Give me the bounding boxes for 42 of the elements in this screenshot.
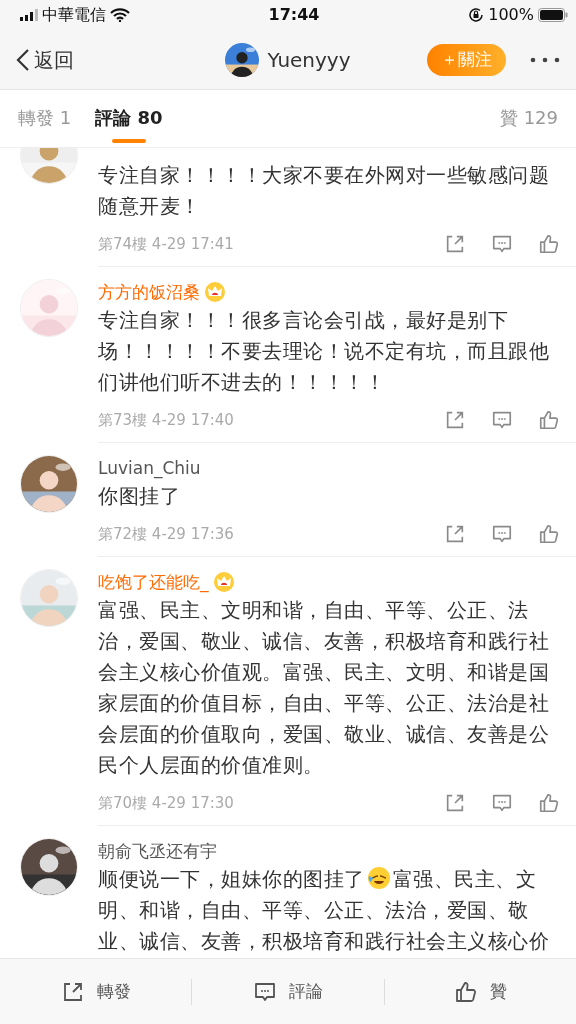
comment-icon[interactable] [491, 409, 513, 431]
share-icon[interactable] [444, 409, 466, 431]
wifi-icon [110, 8, 130, 22]
comment-button[interactable]: 評論 [192, 958, 384, 1024]
carrier-name: 中華電信 [42, 4, 106, 26]
like-icon[interactable] [538, 523, 560, 545]
like-button[interactable]: 贊 [384, 958, 576, 1024]
share-icon[interactable] [444, 233, 466, 255]
comment-text: 富强、民主、文明和谐，自由、平等、公正、法治，爱国、敬业、诚信、友善，积极培育和践行社会主义核心价值观。富强、民主、文明、和谐是国家层面的价值目标，自由、平等、公正、法治是社会层面的价值取向，爱国、敬业、诚信、友善是公民个人层面的价值准则。 [98, 597, 550, 779]
signal-icon [20, 9, 38, 21]
clock-time: 17:44 [268, 4, 320, 26]
user-name[interactable]: Luvian_Chiu [98, 455, 201, 481]
comment-icon[interactable] [491, 523, 513, 545]
comment-icon[interactable] [491, 792, 513, 814]
crown-icon [212, 571, 235, 593]
comment-text: 专注自家！！！很多言论会引战，最好是别下场！！！！！不要去理论！说不定有坑，而且跟他们讲他们听不进去的！！！！！ [98, 307, 550, 396]
crown-icon [204, 281, 226, 303]
comment-icon[interactable] [491, 233, 513, 255]
repost-button[interactable]: 轉發 [0, 958, 192, 1024]
user-name[interactable]: Yuenyyy [267, 44, 351, 75]
share-icon[interactable] [444, 523, 466, 545]
comment-meta: 第73樓 4-29 17:40 [98, 409, 235, 431]
comment-meta: 第70樓 4-29 17:30 [98, 792, 235, 814]
chevron-left-icon [16, 47, 30, 72]
battery-icon [538, 8, 568, 22]
rotation-lock-icon [468, 7, 485, 23]
user-name[interactable]: 朝俞飞丞还有宇 [98, 838, 217, 864]
like-icon[interactable] [538, 409, 560, 431]
comment-text: 顺便说一下，姐妹你的图挂了 富强、民主、文明、和谐，自由、平等、公正、法治，爱国、敬业、诚信、友善，积极培育和践行社会主义核心价 [98, 865, 550, 955]
back-button[interactable]: 返回 [16, 44, 226, 75]
comment-text: 专注自家！！！！大家不要在外网对一些敏感问题随意开麦！ [98, 162, 550, 220]
comment-text: 你图挂了 [98, 483, 181, 510]
tab[interactable]: 評論 80 [95, 94, 163, 143]
battery-percent: 100% [488, 4, 534, 26]
like-icon[interactable] [538, 233, 560, 255]
comment-meta: 第72樓 4-29 17:36 [98, 523, 235, 545]
share-icon[interactable] [444, 792, 466, 814]
like-icon[interactable] [538, 792, 560, 814]
like-icon [453, 979, 478, 1004]
laughing-face-icon [366, 866, 391, 890]
more-icon[interactable] [530, 56, 560, 63]
comment-meta: 第74樓 4-29 17:41 [98, 233, 235, 255]
